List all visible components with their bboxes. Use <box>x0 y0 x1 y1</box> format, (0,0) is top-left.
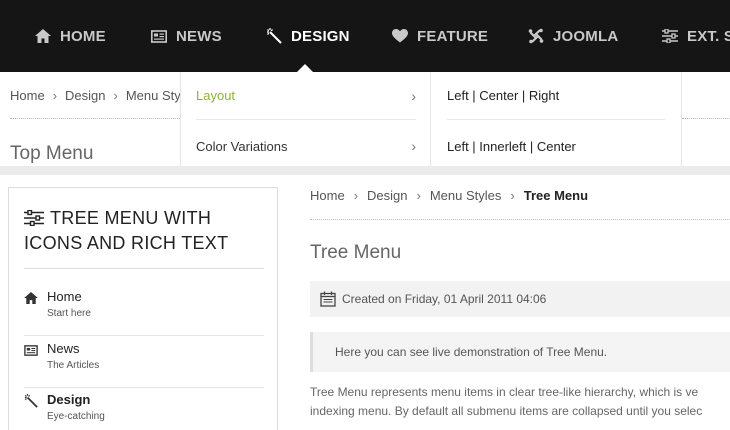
nav-label: DESIGN <box>291 27 350 45</box>
nav-label: JOOMLA <box>553 27 619 45</box>
breadcrumb-link[interactable]: Home <box>10 88 45 103</box>
sidebar-item-label: Design <box>47 392 91 407</box>
dropdown-item-color-variations[interactable]: Color Variations › <box>196 122 416 170</box>
nav-item-news[interactable]: NEWS <box>150 0 222 72</box>
nav-label: HOME <box>60 27 106 45</box>
breadcrumb: Home › Design › Menu Styles › Tree Menu <box>310 188 588 203</box>
section-separator <box>0 166 730 175</box>
page-title-upper: Top Menu <box>10 143 94 164</box>
chevron-right-icon: › <box>510 188 515 203</box>
chevron-right-icon: › <box>113 88 118 103</box>
divider <box>24 268 264 269</box>
design-dropdown-menu: Layout › Color Variations › Left | Cente… <box>180 72 682 168</box>
dropdown-item-label: Color Variations <box>196 138 288 154</box>
dropdown-item-label: Layout <box>196 88 236 103</box>
nav-item-home[interactable]: HOME <box>34 0 106 72</box>
sidebar-item-description: Eye-catching <box>47 411 105 422</box>
nav-item-design[interactable]: DESIGN <box>265 0 350 72</box>
dropdown-item-left-innerleft-center[interactable]: Left | Innerleft | Center <box>447 122 665 170</box>
breadcrumb-link[interactable]: Design <box>367 188 407 203</box>
sliders-icon <box>24 208 44 227</box>
breadcrumb-link[interactable]: Home <box>310 188 345 203</box>
active-caret <box>297 64 313 72</box>
article-body-line: indexing menu. By default all submenu it… <box>310 404 703 418</box>
sidebar-item-label: Home <box>47 289 82 304</box>
sidebar-item-description: Start here <box>47 308 91 319</box>
home-icon <box>24 291 39 305</box>
nav-item-feature[interactable]: FEATURE <box>391 0 488 72</box>
article-meta: Created on Friday, 01 April 2011 04:06 <box>310 281 730 317</box>
nav-label: NEWS <box>176 27 222 45</box>
nav-item-joomla[interactable]: JOOMLA <box>527 0 618 72</box>
magic-wand-icon <box>24 394 39 408</box>
chevron-right-icon: › <box>411 138 416 154</box>
home-icon <box>34 27 52 45</box>
nav-label: FEATURE <box>417 27 489 45</box>
page-title: Tree Menu <box>310 242 402 263</box>
intro-blockquote: Here you can see live demonstration of T… <box>310 332 730 372</box>
divider <box>310 219 730 220</box>
divider <box>10 118 180 119</box>
sidebar-item-label: News <box>47 341 80 356</box>
breadcrumb-link[interactable]: Design <box>65 88 105 103</box>
nav-label: EXT. ST <box>687 27 730 45</box>
dropdown-item-left-center-right[interactable]: Left | Center | Right <box>447 72 665 120</box>
sidebar-item-home[interactable]: Home Start here <box>24 284 264 336</box>
sidebar-item-design[interactable]: Design Eye-catching <box>24 387 264 430</box>
article-body: Tree Menu represents menu items in clear… <box>310 383 730 421</box>
chevron-right-icon: › <box>52 88 58 103</box>
sliders-icon <box>661 27 679 45</box>
heart-icon <box>391 27 409 45</box>
calendar-icon <box>320 291 336 307</box>
breadcrumb-link[interactable]: Menu Styles <box>430 188 502 203</box>
sidebar-item-description: The Articles <box>47 360 100 371</box>
nav-item-extensions[interactable]: EXT. ST <box>661 0 730 72</box>
created-date: Created on Friday, 01 April 2011 04:06 <box>342 292 547 306</box>
dropdown-item-layout[interactable]: Layout › <box>196 72 416 120</box>
breadcrumb-current: Tree Menu <box>523 188 589 203</box>
sidebar-title-text: TREE MENU WITH ICONS AND RICH TEXT <box>24 208 229 253</box>
article-body-line: Tree Menu represents menu items in clear… <box>310 385 699 399</box>
sidebar-item-news[interactable]: News The Articles <box>24 336 264 388</box>
joomla-icon <box>527 27 545 45</box>
chevron-right-icon: › <box>353 188 359 203</box>
divider <box>682 118 730 119</box>
chevron-right-icon: › <box>411 87 416 104</box>
sidebar-title: TREE MENU WITH ICONS AND RICH TEXT <box>24 206 264 256</box>
sidebar-tree-menu: TREE MENU WITH ICONS AND RICH TEXT Home … <box>8 187 278 430</box>
breadcrumb-upper: Home › Design › Menu Styles <box>10 88 197 103</box>
newspaper-icon <box>24 343 39 357</box>
chevron-right-icon: › <box>416 188 421 203</box>
magic-wand-icon <box>265 27 283 45</box>
newspaper-icon <box>150 27 168 45</box>
top-navigation: HOME NEWS DESIGN FEATURE JOOMLA EXT. ST <box>0 0 730 72</box>
